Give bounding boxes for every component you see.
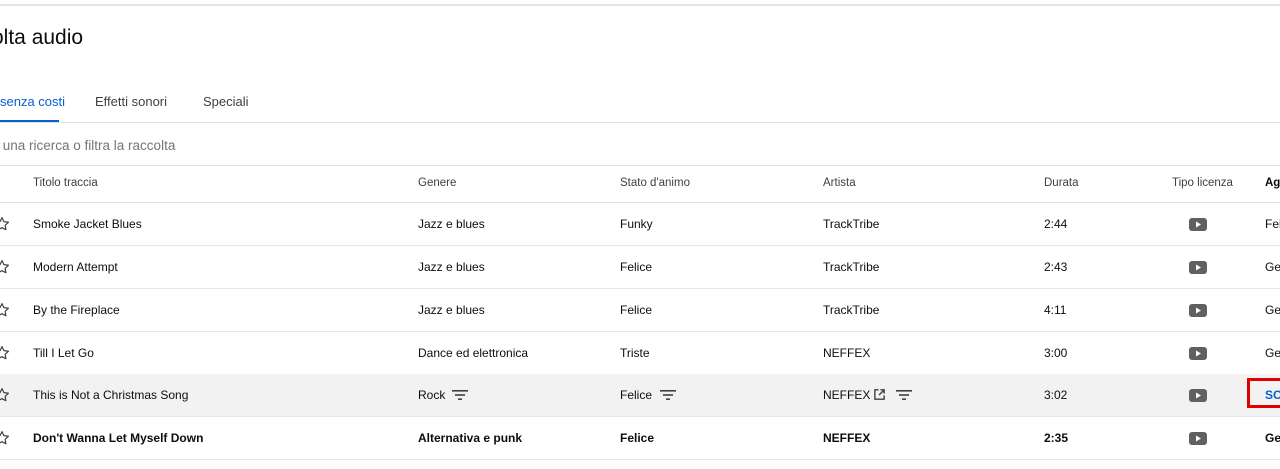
top-divider bbox=[0, 4, 1280, 6]
star-outline-icon[interactable] bbox=[0, 215, 11, 233]
track-mood: Funky bbox=[620, 217, 653, 231]
track-genre: Alternativa e punk bbox=[418, 431, 523, 445]
column-header-genre[interactable]: Genere bbox=[418, 177, 456, 189]
track-genre: Rock bbox=[418, 388, 446, 402]
column-header-added[interactable]: Agg bbox=[1265, 177, 1280, 189]
table-header: Titolo traccia Genere Stato d'animo Arti… bbox=[0, 166, 1280, 203]
track-duration: 2:35 bbox=[1044, 431, 1069, 445]
track-duration: 3:02 bbox=[1044, 388, 1068, 402]
page-title: olta audio bbox=[0, 26, 84, 49]
track-genre: Dance ed elettronica bbox=[418, 346, 529, 360]
table-row[interactable]: Modern Attempt Jazz e blues Felice Track… bbox=[0, 246, 1280, 289]
filter-icon[interactable] bbox=[896, 388, 912, 402]
filter-input[interactable] bbox=[0, 132, 596, 158]
track-duration: 2:44 bbox=[1044, 217, 1068, 231]
star-outline-icon[interactable] bbox=[0, 301, 11, 319]
track-mood: Felice bbox=[620, 431, 655, 445]
tabs-divider bbox=[0, 122, 1280, 123]
track-genre: Jazz e blues bbox=[418, 260, 485, 274]
track-title: Till I Let Go bbox=[33, 346, 94, 360]
track-artist: NEFFEX bbox=[823, 431, 871, 445]
track-title: By the Fireplace bbox=[33, 303, 120, 317]
youtube-icon bbox=[1189, 261, 1207, 274]
youtube-icon bbox=[1189, 389, 1207, 402]
track-mood: Triste bbox=[620, 346, 650, 360]
track-genre: Jazz e blues bbox=[418, 303, 485, 317]
tab-featured[interactable]: Speciali bbox=[203, 94, 249, 109]
track-title: Smoke Jacket Blues bbox=[33, 217, 142, 231]
youtube-icon bbox=[1189, 218, 1207, 231]
column-header-duration[interactable]: Durata bbox=[1044, 177, 1079, 189]
table-row[interactable]: Don't Wanna Let Myself Down Alternativa … bbox=[0, 417, 1280, 460]
column-header-title[interactable]: Titolo traccia bbox=[33, 177, 98, 189]
track-added-date: Ger bbox=[1265, 431, 1280, 445]
column-header-mood[interactable]: Stato d'animo bbox=[620, 177, 690, 189]
track-added-date: Ger bbox=[1265, 346, 1280, 360]
track-added-date: Feb bbox=[1265, 217, 1280, 231]
track-duration: 2:43 bbox=[1044, 260, 1068, 274]
track-artist: NEFFEX bbox=[823, 388, 871, 402]
track-artist: TrackTribe bbox=[823, 217, 880, 231]
audio-library-page: olta audio senza costi Effetti sonori Sp… bbox=[0, 0, 1280, 469]
track-added-date: Ger bbox=[1265, 303, 1280, 317]
track-added-date: Ger bbox=[1265, 260, 1280, 274]
table-row[interactable]: By the Fireplace Jazz e blues Felice Tra… bbox=[0, 289, 1280, 332]
track-artist: TrackTribe bbox=[823, 260, 880, 274]
table-row[interactable]: Till I Let Go Dance ed elettronica Trist… bbox=[0, 332, 1280, 375]
track-duration: 3:00 bbox=[1044, 346, 1068, 360]
star-outline-icon[interactable] bbox=[0, 429, 11, 447]
track-mood: Felice bbox=[620, 388, 653, 402]
tab-bar: senza costi Effetti sonori Speciali bbox=[0, 88, 1280, 123]
star-outline-icon[interactable] bbox=[0, 386, 11, 404]
track-mood: Felice bbox=[620, 303, 653, 317]
track-artist: NEFFEX bbox=[823, 346, 871, 360]
track-duration: 4:11 bbox=[1044, 303, 1067, 317]
download-button[interactable]: SC bbox=[1265, 388, 1280, 402]
table-row[interactable]: Smoke Jacket Blues Jazz e blues Funky Tr… bbox=[0, 203, 1280, 246]
column-header-artist[interactable]: Artista bbox=[823, 177, 856, 189]
external-link-icon[interactable] bbox=[873, 388, 886, 401]
youtube-icon bbox=[1189, 304, 1207, 317]
track-title: Don't Wanna Let Myself Down bbox=[33, 431, 204, 445]
track-mood: Felice bbox=[620, 260, 653, 274]
tab-sound-effects[interactable]: Effetti sonori bbox=[95, 94, 167, 109]
star-outline-icon[interactable] bbox=[0, 258, 11, 276]
track-title: This is Not a Christmas Song bbox=[33, 388, 189, 402]
filter-icon[interactable] bbox=[452, 388, 468, 402]
youtube-icon bbox=[1189, 347, 1207, 360]
table-row[interactable]: This is Not a Christmas Song Rock Felice… bbox=[0, 374, 1280, 417]
filter-icon[interactable] bbox=[660, 388, 676, 402]
track-title: Modern Attempt bbox=[33, 260, 118, 274]
youtube-icon bbox=[1189, 432, 1207, 445]
tab-free-music[interactable]: senza costi bbox=[0, 94, 65, 109]
track-genre: Jazz e blues bbox=[418, 217, 485, 231]
star-outline-icon[interactable] bbox=[0, 344, 11, 362]
column-header-license[interactable]: Tipo licenza bbox=[1172, 177, 1233, 189]
track-artist: TrackTribe bbox=[823, 303, 880, 317]
